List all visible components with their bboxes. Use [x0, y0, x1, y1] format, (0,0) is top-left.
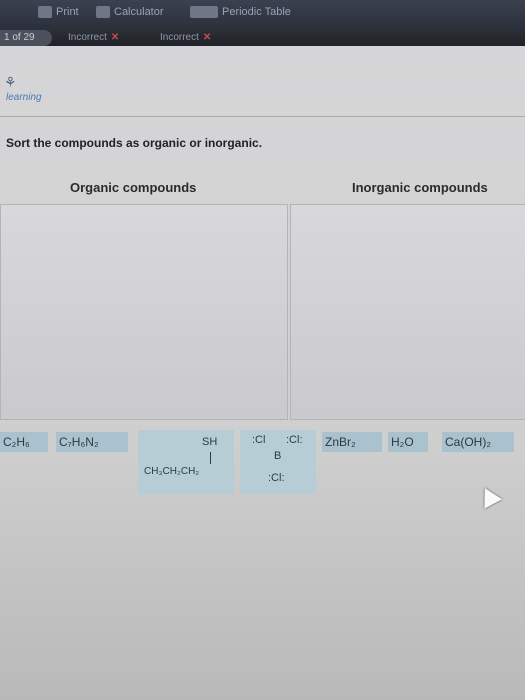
compound-tile-h2o[interactable]: H₂O	[388, 432, 428, 452]
bcl3-b-label: B	[274, 450, 282, 462]
calculator-button[interactable]: Calculator	[96, 6, 164, 18]
print-icon	[38, 6, 52, 18]
compound-tray: C₂H₆ C₇H₆N₂ SH CH₃CH₂CH₂ :Cl :Cl: B :Cl:…	[0, 430, 525, 500]
compound-tile-caoh2[interactable]: Ca(OH)₂	[442, 432, 514, 452]
toolbar: Print Calculator Periodic Table	[0, 0, 525, 30]
thiol-chain-label: CH₃CH₂CH₂	[144, 466, 200, 477]
question-page: ⚘ learning Sort the compounds as organic…	[0, 46, 525, 700]
calculator-label: Calculator	[114, 6, 164, 18]
compound-tile-znbr2[interactable]: ZnBr₂	[322, 432, 382, 452]
print-button[interactable]: Print	[38, 6, 79, 18]
bcl3-cl-label: :Cl:	[286, 434, 303, 446]
periodic-table-icon	[190, 6, 218, 18]
question-instruction: Sort the compounds as organic or inorgan…	[6, 136, 263, 150]
thiol-sh-label: SH	[202, 436, 218, 448]
brand-text: learning	[6, 92, 42, 103]
bcl3-cl-label: :Cl	[252, 434, 266, 446]
divider	[0, 116, 525, 117]
compound-tile-propanethiol[interactable]: SH CH₃CH₂CH₂	[138, 430, 234, 494]
bcl3-cl-label: :Cl:	[268, 472, 285, 484]
inorganic-heading: Inorganic compounds	[352, 180, 488, 195]
attempt-badge: Incorrect ✕	[68, 32, 119, 43]
organic-drop-zone[interactable]	[0, 204, 288, 420]
attempt-badge: Incorrect ✕	[160, 32, 211, 43]
compound-tile-c7h6n2[interactable]: C₇H₆N₂	[56, 432, 128, 452]
print-label: Print	[56, 6, 79, 18]
status-bar: 1 of 29 Incorrect ✕ Incorrect ✕	[0, 30, 525, 46]
compound-tile-bcl3[interactable]: :Cl :Cl: B :Cl:	[240, 430, 316, 494]
compound-tile-c2h6[interactable]: C₂H₆	[0, 432, 48, 452]
organic-heading: Organic compounds	[70, 180, 197, 195]
x-icon: ✕	[110, 32, 120, 43]
brand-logo-icon: ⚘	[4, 74, 17, 90]
attempt-label: Incorrect	[160, 32, 199, 43]
x-icon: ✕	[202, 32, 212, 43]
question-counter: 1 of 29	[0, 30, 52, 46]
bond-line	[210, 452, 211, 464]
calculator-icon	[96, 6, 110, 18]
inorganic-drop-zone[interactable]	[290, 204, 525, 420]
brand: ⚘ learning	[0, 74, 90, 118]
periodic-table-button[interactable]: Periodic Table	[190, 6, 291, 18]
attempt-label: Incorrect	[68, 32, 107, 43]
periodic-table-label: Periodic Table	[222, 6, 291, 18]
